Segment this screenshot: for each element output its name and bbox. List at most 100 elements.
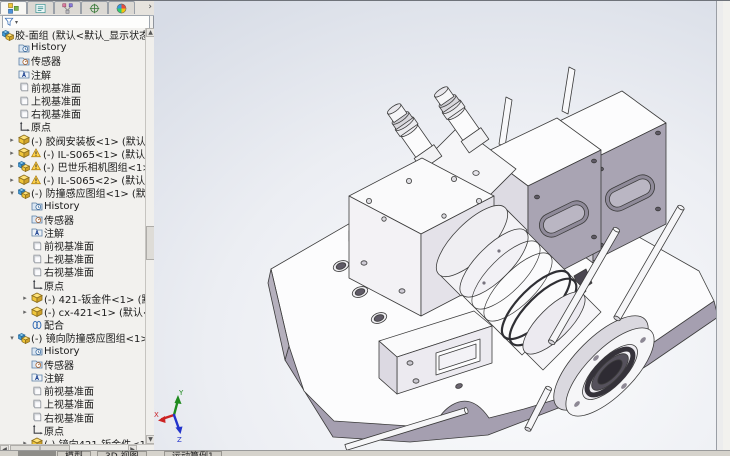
bottom-tab-motion-study[interactable]: 运动算例1 (164, 451, 222, 456)
collapse-arrow-icon[interactable]: ▸ (6, 162, 18, 170)
mates-icon (31, 319, 44, 331)
tree-row[interactable]: ▸(-) 421-钣金件<1> (默认<< (0, 292, 146, 305)
sensor-icon (31, 213, 44, 225)
tree-item-label: (-) 防撞感应图组<1> (默认<默认 (31, 186, 146, 199)
bottom-tab-model[interactable]: 模型 (57, 451, 91, 456)
bottom-tab-bar: 模型 3D 视图 运动算例1 (0, 450, 730, 456)
annotation-icon (31, 371, 44, 383)
tree-row[interactable]: 原点 (0, 120, 146, 133)
collapse-arrow-icon[interactable]: ▸ (6, 149, 18, 157)
warning-icon (31, 148, 43, 158)
tree-row[interactable]: 传感器 (0, 213, 146, 226)
plane-icon (18, 95, 31, 107)
part-icon (31, 306, 44, 318)
plane-icon (31, 398, 44, 410)
tree-item-label: 前视基准面 (44, 239, 94, 252)
tree-row[interactable]: ▸ (-) 胶阀安装板<1> (默认<<默认 (0, 134, 146, 147)
sensor-icon (31, 358, 44, 370)
tree-item-label: 原点 (31, 120, 51, 133)
tree-row[interactable]: ▸ (-) IL-S065<1> (默认<<默认 (0, 147, 146, 160)
bottom-tab-3d-views[interactable]: 3D 视图 (97, 451, 147, 456)
tree-item-label: (-) 镜向421-钣金件<1> (默认 (44, 437, 146, 444)
tree-row[interactable]: 配合 (0, 318, 146, 331)
configurationmanager-tab[interactable] (54, 1, 81, 14)
tree-row[interactable]: 原点 (0, 424, 146, 437)
expand-arrow-icon[interactable]: ▾ (6, 189, 18, 197)
history-icon (18, 42, 31, 54)
tree-item-label: 注解 (44, 371, 64, 384)
tree-row[interactable]: 注解 (0, 226, 146, 239)
annotation-icon (31, 226, 44, 238)
tree-item-label: (-) IL-S065<1> (默认<<默认 (43, 147, 146, 160)
plane-icon (31, 411, 44, 423)
tab-scroll-controls[interactable] (18, 451, 56, 456)
tree-row[interactable]: 传感器 (0, 54, 146, 67)
tree-row[interactable]: 前视基准面 (0, 81, 146, 94)
tree-item-label: (-) 巴世乐相机图组<1> (默认 (43, 160, 146, 173)
tree-item-label: 胶-面组 (默认<默认_显示状态-1>) (15, 28, 146, 41)
cad-model[interactable]: Y X Z (154, 1, 723, 451)
feature-filter-input[interactable]: ▾ (2, 15, 150, 29)
tree-row[interactable]: 右视基准面 (0, 265, 146, 278)
tree-row[interactable]: History (0, 345, 146, 358)
tree-row[interactable]: ▸(-) 镜向421-钣金件<1> (默认 (0, 437, 146, 444)
tree-row[interactable]: ▸(-) cx-421<1> (默认<<默认 (0, 305, 146, 318)
tree-row[interactable]: ▾(-) 镜向防撞感应图组<1> (默认< (0, 331, 146, 344)
tree-row[interactable]: 胶-面组 (默认<默认_显示状态-1>) (0, 28, 146, 41)
tree-row[interactable]: 上视基准面 (0, 94, 146, 107)
tree-row[interactable]: 传感器 (0, 358, 146, 371)
tree-row[interactable]: 前视基准面 (0, 384, 146, 397)
dimxpertmanager-tab[interactable] (81, 1, 108, 14)
collapse-arrow-icon[interactable]: ▸ (6, 136, 18, 144)
tree-item-label: 传感器 (44, 213, 74, 226)
part-icon (18, 174, 31, 186)
assembly-icon (18, 160, 31, 172)
plane-icon (31, 240, 44, 252)
assembly-icon (18, 187, 31, 199)
tree-vertical-scrollbar[interactable]: ▲ ▼ (145, 28, 154, 444)
tree-item-label: 上视基准面 (31, 94, 81, 107)
assembly-icon (18, 332, 31, 344)
tree-row[interactable]: ▸(-) IL-S065<2> (默认<<默认 (0, 173, 146, 186)
tree-item-label: 前视基准面 (31, 81, 81, 94)
tree-row[interactable]: ▾ (-) 防撞感应图组<1> (默认<默认 (0, 186, 146, 199)
plane-icon (31, 253, 44, 265)
collapse-arrow-icon[interactable]: ▸ (19, 294, 31, 302)
tab-overflow-chevron[interactable]: › (135, 1, 154, 15)
graphics-viewport[interactable]: Y X Z (154, 1, 723, 451)
tree-row[interactable]: 右视基准面 (0, 410, 146, 423)
tree-item-label: 传感器 (44, 358, 74, 371)
task-pane-edge[interactable] (716, 1, 723, 451)
tree-row[interactable]: History (0, 41, 146, 54)
plane-icon (31, 385, 44, 397)
triad-x-label: X (154, 411, 159, 419)
propertymanager-tab[interactable] (27, 1, 54, 14)
tree-row[interactable]: History (0, 199, 146, 212)
part-icon (18, 147, 31, 159)
tree-item-label: (-) 胶阀安装板<1> (默认<<默认 (31, 134, 146, 147)
tree-item-label: 原点 (44, 424, 64, 437)
warning-icon (31, 175, 43, 185)
part-icon (18, 134, 31, 146)
plane-icon (18, 108, 31, 120)
featuremanager-tab[interactable] (0, 1, 27, 14)
expand-arrow-icon[interactable]: ▾ (6, 334, 18, 342)
tree-row[interactable]: 原点 (0, 279, 146, 292)
tree-row[interactable]: 前视基准面 (0, 239, 146, 252)
tree-row[interactable]: 注解 (0, 371, 146, 384)
collapse-arrow-icon[interactable]: ▸ (6, 176, 18, 184)
filter-dropdown-caret[interactable]: ▾ (15, 19, 18, 26)
collapse-arrow-icon[interactable]: ▸ (19, 308, 31, 316)
tree-row[interactable]: 上视基准面 (0, 252, 146, 265)
tree-item-label: 右视基准面 (44, 265, 94, 278)
feature-manager-panel: › ▾ 胶-面组 (默认<默认_显示状态-1>)History传感器注解前视基准… (0, 1, 154, 451)
tree-row[interactable]: 上视基准面 (0, 397, 146, 410)
tree-item-label: 注解 (31, 68, 51, 81)
displaymanager-tab[interactable] (108, 1, 135, 14)
tree-item-label: 传感器 (31, 54, 61, 67)
tree-row[interactable]: 注解 (0, 68, 146, 81)
origin-icon (18, 121, 31, 133)
tree-row[interactable]: ▸ (-) 巴世乐相机图组<1> (默认 (0, 160, 146, 173)
origin-icon (31, 279, 44, 291)
tree-row[interactable]: 右视基准面 (0, 107, 146, 120)
